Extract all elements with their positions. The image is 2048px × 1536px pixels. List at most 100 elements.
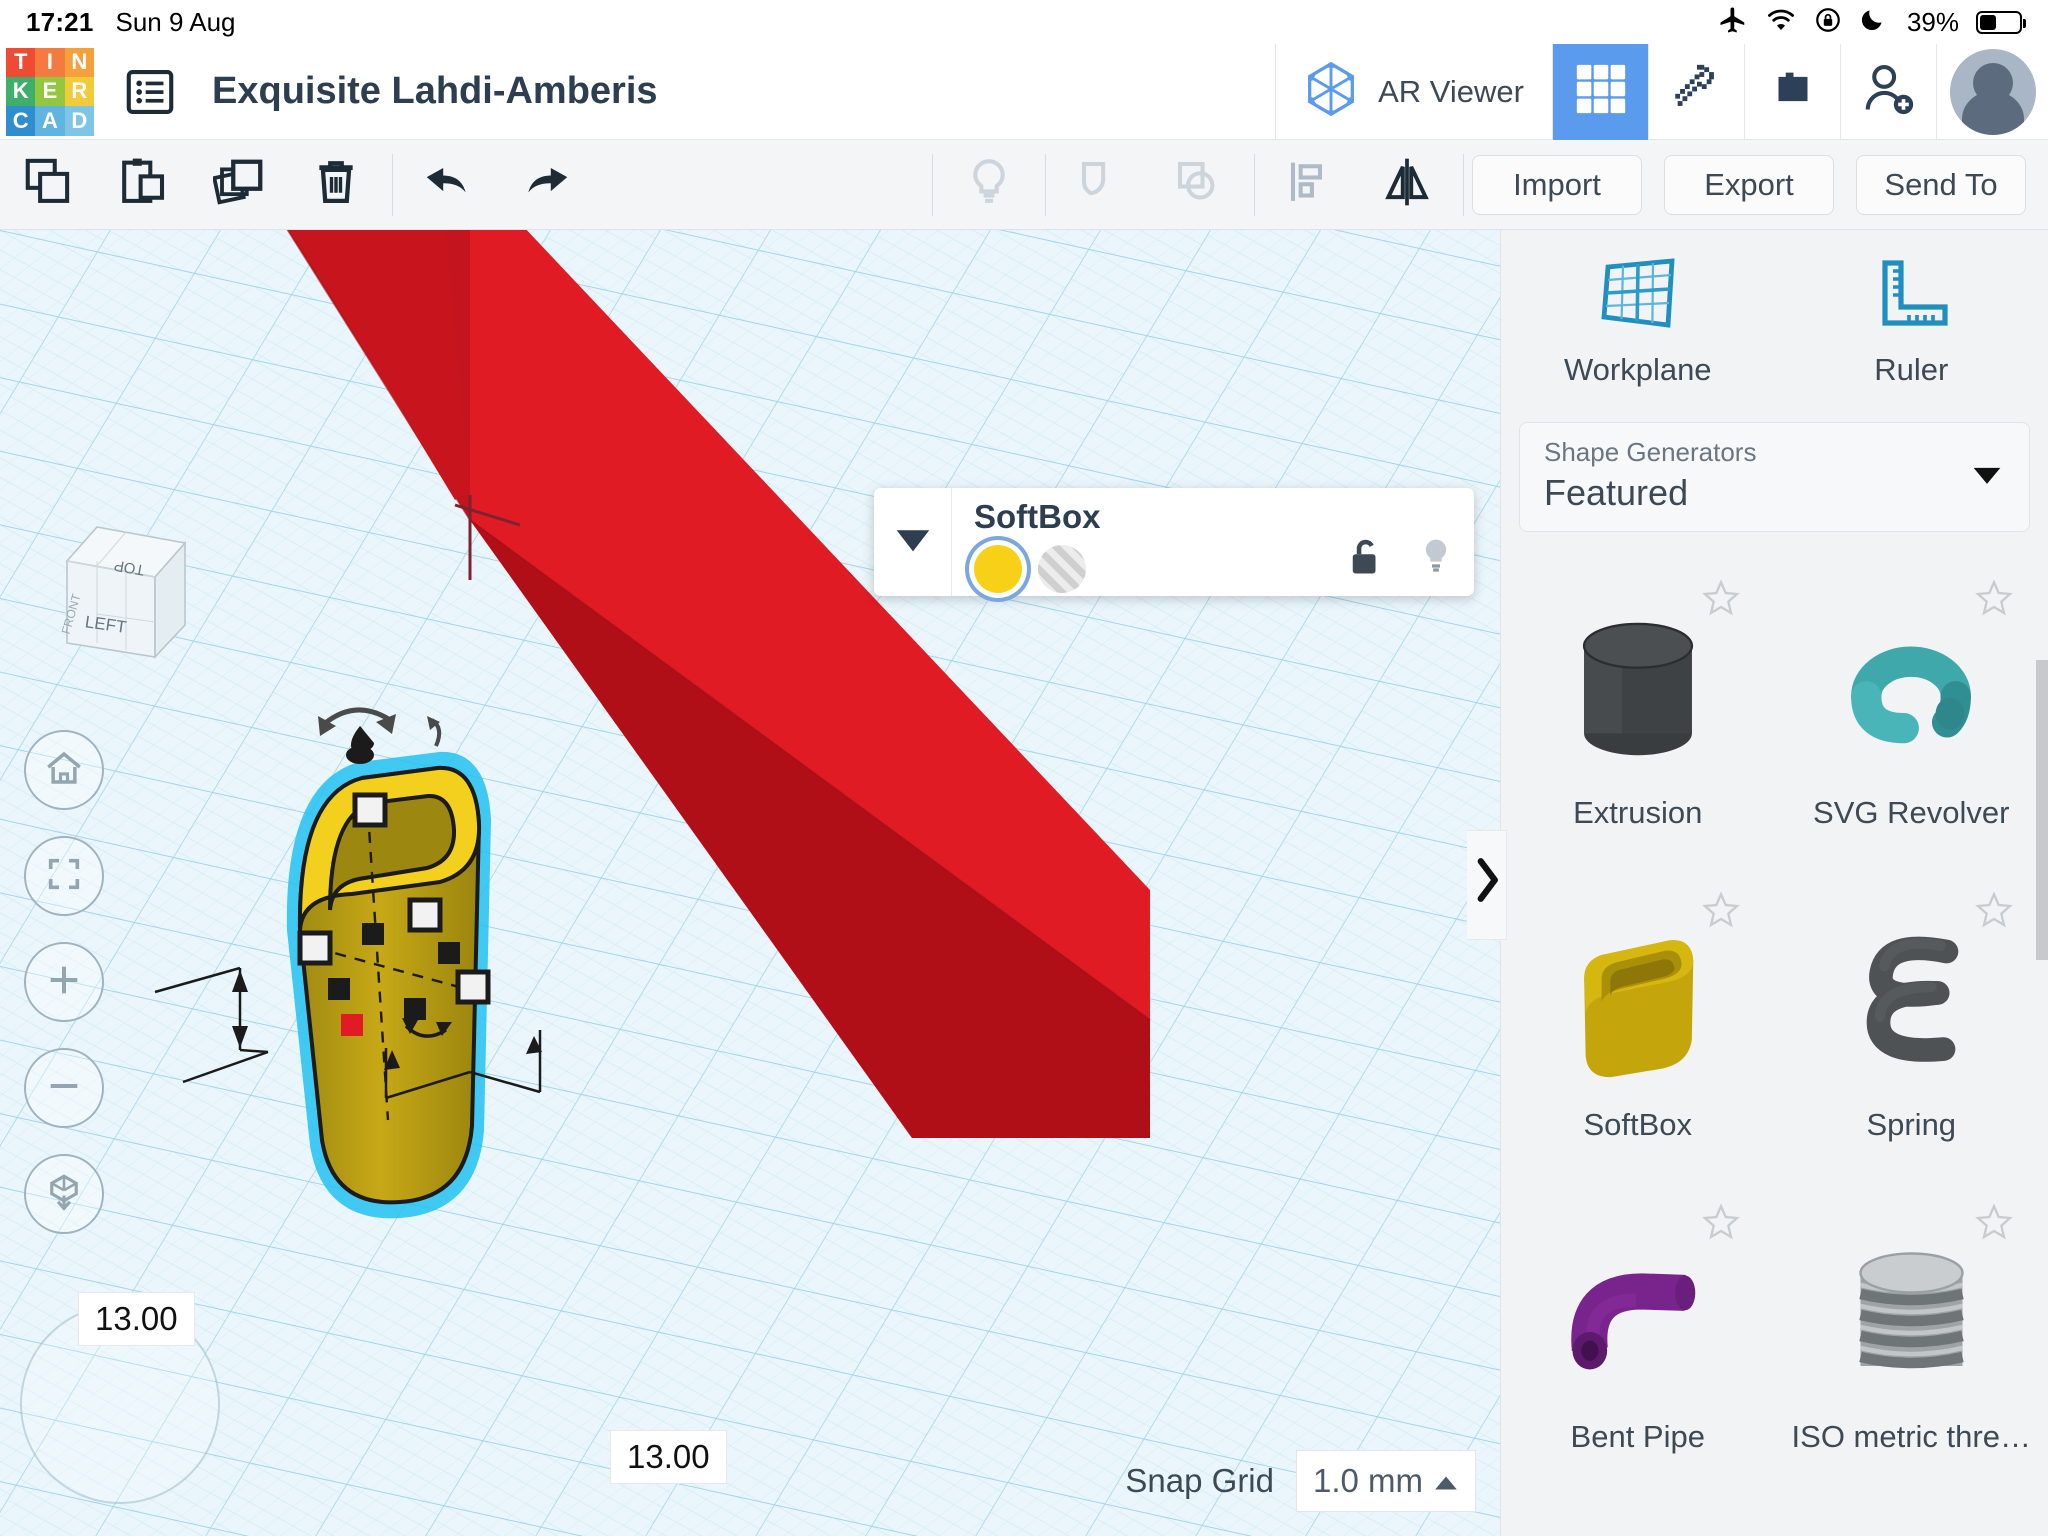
shape-tile-bent-pipe[interactable]: Bent Pipe [1501,1182,1775,1494]
send-to-button[interactable]: Send To [1856,154,2026,215]
dimension-label-width[interactable]: 13.00 [78,1292,195,1346]
ruler-icon [1871,253,1951,338]
toolbar-divider-5 [1463,153,1464,216]
status-time: 17:21 [26,6,94,37]
tinkercad-logo[interactable]: T I N K E R C A D [6,47,94,136]
ios-status-bar: 17:21 Sun 9 Aug 39% [0,0,2048,44]
shape-art-cylinder-dark [1563,597,1713,787]
clipboard-paste-icon [117,155,171,214]
snap-grid-value: 1.0 mm [1313,1462,1424,1499]
bricks-button[interactable] [1744,43,1840,140]
shape-tile-iso-metric-thread[interactable]: ISO metric thre… [1775,1182,2048,1494]
home-icon [43,747,85,794]
workplane-tool[interactable]: Workplane [1501,230,1775,410]
snap-grid-select[interactable]: 1.0 mm [1296,1450,1476,1512]
clipboard-group [0,140,384,230]
workplane-grid-icon [1596,253,1680,338]
star-outline-icon[interactable] [1701,890,1741,935]
shape-tile-extrusion[interactable]: Extrusion [1501,558,1775,870]
pickaxe-icon [1668,60,1726,123]
lightbulb-icon[interactable] [1416,533,1456,584]
mirror-button[interactable] [1359,140,1455,230]
inspector-body: SoftBox [952,488,1474,596]
battery-icon [1976,10,2026,34]
zoom-out-button[interactable] [24,1048,104,1128]
toolbar-divider [392,153,393,216]
minus-icon [44,1066,84,1111]
avatar [1949,48,2036,135]
shape-tile-softbox[interactable]: SoftBox [1501,870,1775,1182]
rotation-lock-icon [1814,6,1842,39]
ar-viewer-button[interactable]: AR Viewer [1275,43,1552,140]
toolbar-divider-4 [1254,153,1255,216]
logo-tile-d: D [64,106,94,136]
ungroup-button [1150,140,1246,230]
shape-name-spring: Spring [1866,1107,1957,1142]
shape-tile-spring[interactable]: Spring [1775,870,2048,1182]
plus-icon [44,960,84,1005]
fit-to-view-icon [44,854,84,899]
shape-generators-caption: Shape Generators [1544,437,1757,467]
fit-view-button[interactable] [24,836,104,916]
shape-art-softbox-yellow [1558,909,1718,1099]
history-group [401,140,593,230]
unlock-icon[interactable] [1344,533,1386,584]
align-button[interactable] [1263,140,1359,230]
logo-tile-t: T [6,47,36,77]
star-outline-icon[interactable] [1974,578,2014,623]
do-not-disturb-icon [1859,6,1886,38]
shape-name-extrusion: Extrusion [1573,795,1703,830]
star-outline-icon[interactable] [1974,890,2014,935]
home-view-button[interactable] [24,730,104,810]
inspector-collapse-button[interactable] [874,488,952,596]
zoom-in-button[interactable] [24,942,104,1022]
undo-button[interactable] [401,140,497,230]
ar-viewer-label: AR Viewer [1378,73,1524,109]
star-outline-icon[interactable] [1701,1202,1741,1247]
duplicate-button[interactable] [192,140,288,230]
redo-button[interactable] [497,140,593,230]
export-button[interactable]: Export [1664,154,1834,215]
list-menu-icon[interactable] [122,64,178,120]
lightbulb-icon [962,155,1016,214]
ruler-tool[interactable]: Ruler [1775,230,2048,410]
logo-tile-e: E [35,76,65,107]
panel-collapse-handle[interactable] [1467,830,1507,940]
shape-inspector-panel[interactable]: SoftBox [874,488,1474,596]
star-outline-icon[interactable] [1701,578,1741,623]
cube-projection-icon [43,1171,85,1218]
battery-percent: 39% [1906,6,1959,37]
undo-arrow-icon [420,153,478,216]
sidebar-scrollbar[interactable] [2036,660,2048,960]
status-date: Sun 9 Aug [115,6,236,37]
projection-toggle-button[interactable] [24,1154,104,1234]
dimension-label-depth[interactable]: 13.00 [610,1430,727,1484]
hole-swatch[interactable] [1038,545,1086,593]
trash-icon [309,155,363,214]
chevron-right-icon [1474,855,1500,916]
selected-softbox-shape[interactable] [0,230,1500,1536]
logo-tile-i: I [35,47,65,77]
account-button[interactable] [1936,43,2048,140]
shape-generators-value: Featured [1544,472,1689,513]
snap-grid-label: Snap Grid [1125,1462,1274,1499]
toolbar-divider-2 [932,153,933,216]
status-bar-left: 17:21 Sun 9 Aug [26,7,236,38]
view-cube[interactable]: TOP LEFT FRONT [45,515,205,690]
page-title[interactable]: Exquisite Lahdi-Amberis [212,70,658,113]
import-button[interactable]: Import [1472,154,1642,215]
delete-button[interactable] [288,140,384,230]
blocks-grid-button[interactable] [1552,43,1648,140]
copy-button[interactable] [0,140,96,230]
workplane-canvas[interactable]: TOP LEFT FRONT SoftBox 13.00 13.00 Snap … [0,230,1500,1536]
invite-button[interactable] [1840,43,1936,140]
copy-icon [21,155,75,214]
inspector-shape-name: SoftBox [974,498,1101,535]
solid-color-swatch[interactable] [974,545,1022,593]
shape-art-spring-dark [1836,909,1986,1099]
star-outline-icon[interactable] [1974,1202,2014,1247]
shape-tile-svg-revolver[interactable]: SVG Revolver [1775,558,2048,870]
paste-button[interactable] [96,140,192,230]
minecraft-button[interactable] [1648,43,1744,140]
shape-generators-select[interactable]: Shape Generators Featured [1519,422,2030,532]
